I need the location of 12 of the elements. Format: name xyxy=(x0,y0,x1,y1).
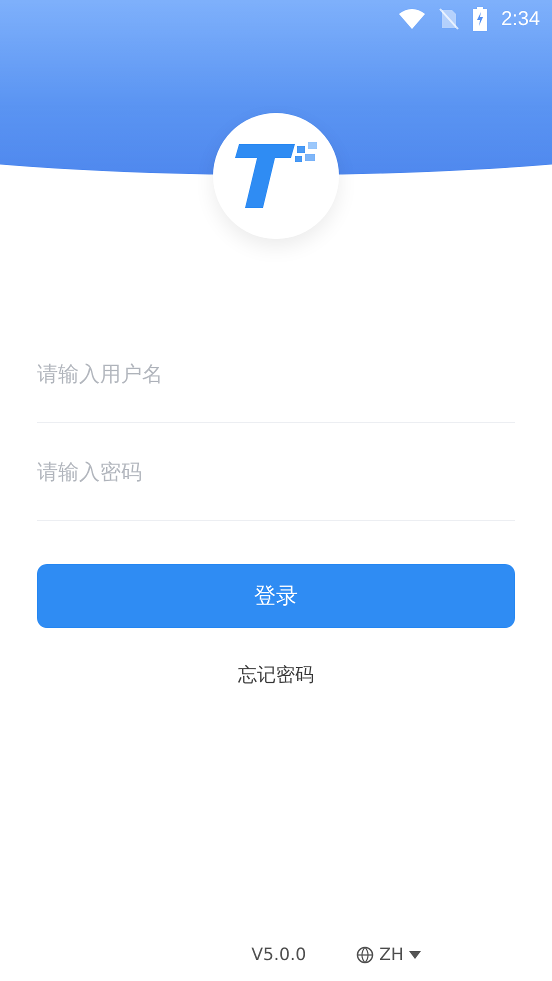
battery-icon xyxy=(473,7,488,31)
forgot-password-link[interactable]: 忘记密码 xyxy=(238,662,314,688)
globe-icon xyxy=(356,946,374,964)
username-field[interactable]: 请输入用户名 xyxy=(37,325,515,423)
no-sim-icon xyxy=(439,8,460,30)
status-time: 2:34 xyxy=(501,8,540,30)
language-selector[interactable]: ZH xyxy=(356,945,421,965)
wifi-icon xyxy=(399,9,426,29)
caret-icon xyxy=(408,951,421,959)
password-field[interactable]: 请输入密码 xyxy=(37,423,515,521)
logo-icon xyxy=(233,142,319,210)
version-label: V5.0.0 xyxy=(251,945,306,965)
